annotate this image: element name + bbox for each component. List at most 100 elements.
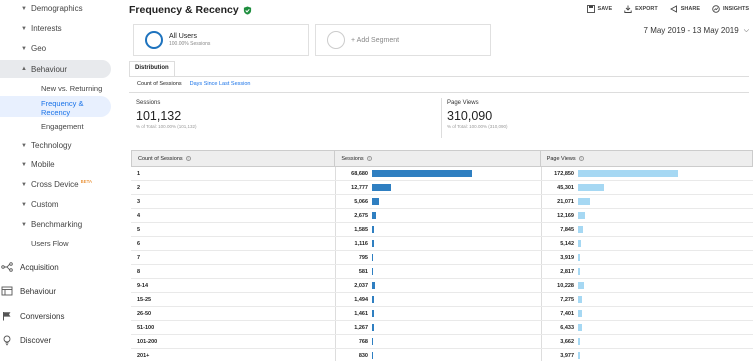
caret-right-icon: ▼ (21, 142, 27, 149)
table-row[interactable]: 5 1,585 7,845 (131, 223, 753, 237)
sidebar-item-mobile[interactable]: ▼ Mobile (0, 160, 55, 169)
page-views-value: 7,401 (560, 310, 574, 317)
page-views-bar (578, 352, 580, 359)
page-views-value: 5,142 (560, 240, 574, 247)
help-icon[interactable]: ? (185, 156, 191, 161)
cell-page-views: 7,845 (541, 223, 753, 236)
cell-count: 7 (137, 254, 141, 261)
page-views-value: 2,817 (560, 268, 574, 275)
cell-count: 26-50 (137, 310, 152, 317)
help-icon[interactable]: ? (366, 156, 372, 161)
sidebar-item-new-vs-returning[interactable]: New vs. Returning (0, 84, 102, 93)
table-row[interactable]: 3 5,066 21,071 (131, 195, 753, 209)
sidebar-item-label: Mobile (31, 160, 55, 169)
table-row[interactable]: 15-25 1,494 7,275 (131, 293, 753, 307)
table-row[interactable]: 2 12,777 45,301 (131, 181, 753, 195)
sidebar-section-conversions[interactable]: Conversions (0, 310, 64, 322)
sidebar-item-technology[interactable]: ▼ Technology (0, 141, 71, 150)
sidebar-section-behaviour[interactable]: Behaviour (0, 285, 56, 297)
sidebar-item-custom[interactable]: ▼ Custom (0, 200, 59, 209)
save-button[interactable]: SAVE (586, 5, 612, 13)
cell-page-views: 7,275 (541, 293, 753, 306)
date-range-picker[interactable]: 7 May 2019 - 13 May 2019 ⌵ (644, 26, 749, 35)
sessions-bar (372, 254, 373, 261)
table-row[interactable]: 1 68,680 172,850 (131, 167, 753, 181)
sidebar-item-frequency-recency[interactable]: Frequency & Recency (0, 96, 111, 117)
sidebar-item-interests[interactable]: ▼ Interests (0, 24, 62, 33)
page-views-bar (578, 184, 604, 191)
metric-label: Sessions (136, 100, 161, 106)
cell-count: 9-14 (137, 282, 149, 289)
header-count-of-sessions[interactable]: Count of Sessions ? (132, 151, 336, 166)
sidebar-item-behaviour[interactable]: ▲ Behaviour (0, 60, 111, 78)
sidebar-item-geo[interactable]: ▼ Geo (0, 44, 46, 53)
cell-sessions: 830 (335, 349, 541, 361)
sessions-bar (372, 324, 374, 331)
table-row[interactable]: 201+ 830 3,977 (131, 349, 753, 361)
sessions-bar (372, 240, 374, 247)
cell-count: 4 (137, 212, 141, 219)
sidebar-item-demographics[interactable]: ▼ Demographics (0, 4, 83, 13)
sidebar-item-cross-device[interactable]: ▼ Cross Device BETA (0, 179, 92, 189)
sidebar-item-label: Behaviour (31, 64, 68, 74)
sessions-bar (372, 170, 472, 177)
share-label: SHARE (680, 6, 701, 12)
cell-count: 1 (137, 170, 141, 177)
sidebar-section-acquisition[interactable]: Acquisition (0, 261, 59, 273)
subtab-days-since-last-session[interactable]: Days Since Last Session (190, 81, 251, 87)
cell-page-views: 45,301 (541, 181, 753, 194)
page-views-value: 6,433 (560, 324, 574, 331)
cell-sessions: 12,777 (335, 181, 541, 194)
flag-icon (0, 310, 14, 322)
sessions-bar (372, 212, 376, 219)
cell-sessions: 795 (335, 251, 541, 264)
sidebar-item-benchmarking[interactable]: ▼ Benchmarking (0, 220, 82, 229)
page-views-value: 45,301 (557, 184, 574, 191)
table-row[interactable]: 101-200 768 3,662 (131, 335, 753, 349)
sessions-bar (372, 282, 375, 289)
table-row[interactable]: 8 581 2,817 (131, 265, 753, 279)
cell-count: 5 (137, 226, 141, 233)
page-views-bar (578, 324, 582, 331)
cell-page-views: 12,169 (541, 209, 753, 222)
header-sessions[interactable]: Sessions ? (335, 151, 541, 166)
sidebar-item-engagement[interactable]: Engagement (0, 122, 84, 131)
cell-sessions: 768 (335, 335, 541, 348)
tab-distribution[interactable]: Distribution (129, 61, 175, 76)
cell-page-views: 5,142 (541, 237, 753, 250)
page-views-value: 10,228 (557, 282, 574, 289)
page-views-value: 21,071 (557, 198, 574, 205)
sidebar-item-label: Users Flow (31, 239, 69, 248)
cell-count: 3 (137, 198, 141, 205)
date-range-text: 7 May 2019 - 13 May 2019 (643, 26, 739, 35)
segment-ring-icon (145, 31, 163, 49)
sidebar-section-discover[interactable]: Discover (0, 334, 51, 346)
caret-right-icon: ▼ (21, 161, 27, 168)
insights-label: INSIGHTS (723, 6, 749, 12)
table-row[interactable]: 9-14 2,037 10,228 (131, 279, 753, 293)
metric-total: % of Total: 100.00% (101,132) (136, 124, 197, 129)
table-row[interactable]: 6 1,116 5,142 (131, 237, 753, 251)
caret-right-icon: ▼ (21, 25, 27, 32)
subtab-count-of-sessions[interactable]: Count of Sessions (137, 81, 182, 87)
sessions-bar (372, 268, 373, 275)
metric-page-views: Page Views 310,090 % of Total: 100.00% (… (447, 100, 507, 129)
sidebar-section-label: Behaviour (20, 286, 57, 296)
help-icon[interactable]: ? (578, 156, 584, 161)
header-page-views[interactable]: Page Views ? (541, 151, 752, 166)
insights-button[interactable]: INSIGHTS (712, 5, 749, 13)
table-row[interactable]: 7 795 3,919 (131, 251, 753, 265)
add-segment-button[interactable]: + Add Segment (315, 24, 491, 56)
sessions-bar (372, 226, 374, 233)
table-row[interactable]: 4 2,675 12,169 (131, 209, 753, 223)
metric-value: 101,132 (136, 109, 182, 123)
share-icon (669, 5, 677, 13)
sidebar: ▼ Demographics ▼ Interests ▼ Geo ▲ Behav… (0, 0, 118, 361)
segment-all-users[interactable]: All Users 100.00% Sessions (133, 24, 309, 56)
table-row[interactable]: 51-100 1,267 6,433 (131, 321, 753, 335)
sidebar-item-users-flow[interactable]: Users Flow (0, 239, 69, 248)
page-views-bar (578, 296, 582, 303)
share-button[interactable]: SHARE (669, 5, 701, 13)
table-row[interactable]: 26-50 1,461 7,401 (131, 307, 753, 321)
export-button[interactable]: EXPORT (624, 5, 658, 13)
